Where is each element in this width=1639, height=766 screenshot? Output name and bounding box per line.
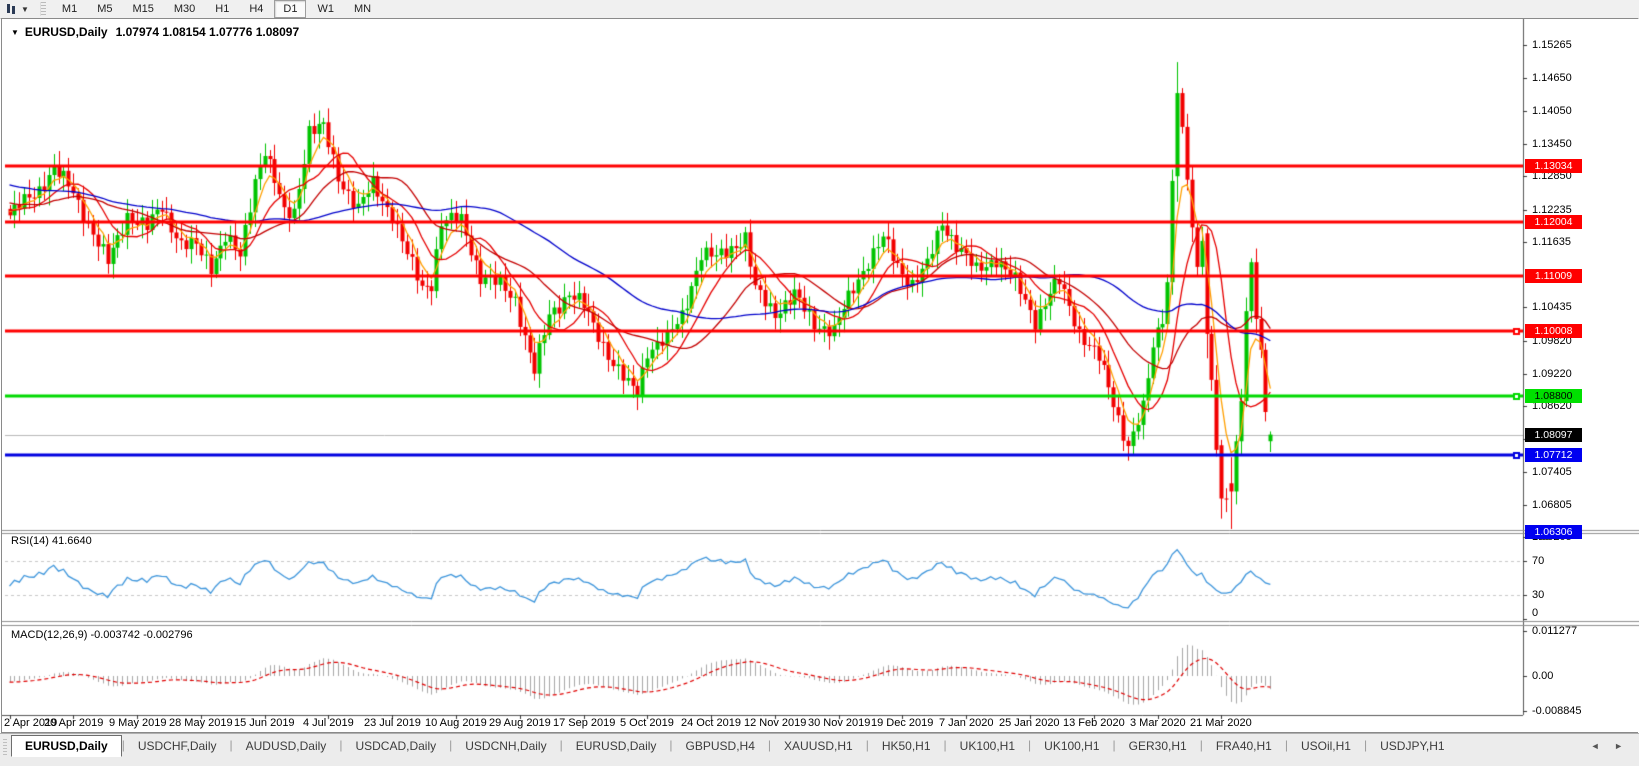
chart-canvas[interactable]	[2, 19, 1639, 732]
candlestick-chart-icon[interactable]	[4, 3, 20, 15]
chart-tab-usdjpy-h1[interactable]: USDJPY,H1	[1367, 736, 1457, 756]
tabbar-grip	[3, 739, 7, 757]
price-axis-label: 1.10435	[1532, 301, 1602, 314]
price-badge: 1.08097	[1525, 428, 1582, 442]
price-badge: 1.07712	[1525, 448, 1582, 462]
date-axis-label: 23 Jul 2019	[364, 717, 421, 730]
date-axis-label: 5 Oct 2019	[620, 717, 674, 730]
chart-tab-hk50-h1[interactable]: HK50,H1	[869, 736, 944, 756]
timeframe-button-m30[interactable]: M30	[165, 0, 204, 18]
date-axis-label: 13 Feb 2020	[1063, 717, 1125, 730]
timeframe-button-h4[interactable]: H4	[240, 0, 272, 18]
chart-tab-uk100-h1[interactable]: UK100,H1	[947, 736, 1028, 756]
chart-tab-usdchf-daily[interactable]: USDCHF,Daily	[125, 736, 230, 756]
price-axis-label: 1.13450	[1532, 138, 1602, 151]
chart-tab-usdcnh-daily[interactable]: USDCNH,Daily	[452, 736, 559, 756]
date-axis-label: 28 May 2019	[169, 717, 233, 730]
chart-tab-ger30-h1[interactable]: GER30,H1	[1116, 736, 1200, 756]
date-axis-label: 24 Oct 2019	[681, 717, 741, 730]
chart-title: ▼ EURUSD,Daily 1.07974 1.08154 1.07776 1…	[11, 25, 299, 39]
timeframe-toolbar: ▼ M1M5M15M30H1H4D1W1MN	[0, 0, 1639, 19]
chart-tabs: EURUSD,Daily|USDCHF,Daily|AUDUSD,Daily|U…	[11, 734, 1458, 757]
price-axis-label: 1.14650	[1532, 72, 1602, 85]
chart-ohlc-values: 1.07974 1.08154 1.07776 1.08097	[116, 25, 300, 39]
price-badge: 1.08800	[1525, 389, 1582, 403]
price-axis-label: 1.09220	[1532, 368, 1602, 381]
timeframe-button-mn[interactable]: MN	[345, 0, 380, 18]
tabs-scroll-right-icon[interactable]: ►	[1614, 741, 1629, 751]
timeframe-buttons: M1M5M15M30H1H4D1W1MN	[52, 3, 381, 15]
chart-menu-triangle-icon[interactable]: ▼	[11, 28, 19, 37]
chart-symbol-label: EURUSD,Daily	[25, 25, 108, 39]
macd-axis-label: 0.011277	[1532, 625, 1602, 638]
chart-window: ▼ EURUSD,Daily 1.07974 1.08154 1.07776 1…	[1, 18, 1638, 733]
chart-tab-uk100-h1[interactable]: UK100,H1	[1031, 736, 1112, 756]
chart-tab-usoil-h1[interactable]: USOil,H1	[1288, 736, 1364, 756]
chart-tab-gbpusd-h4[interactable]: GBPUSD,H4	[673, 736, 768, 756]
chevron-down-icon[interactable]: ▼	[21, 5, 29, 14]
date-axis-label: 10 Aug 2019	[425, 717, 487, 730]
timeframe-button-d1[interactable]: D1	[274, 0, 306, 18]
price-badge: 1.10008	[1525, 324, 1582, 338]
price-badge: 1.12004	[1525, 215, 1582, 229]
price-axis-label: 1.07405	[1532, 466, 1602, 479]
price-badge: 1.06306	[1525, 525, 1582, 539]
chart-tab-fra40-h1[interactable]: FRA40,H1	[1203, 736, 1285, 756]
toolbar-grip	[40, 2, 46, 16]
chart-tab-eurusd-daily[interactable]: EURUSD,Daily	[563, 736, 670, 756]
date-axis-label: 9 May 2019	[109, 717, 166, 730]
price-badge: 1.11009	[1525, 269, 1582, 283]
date-axis-label: 15 Jun 2019	[234, 717, 295, 730]
date-axis-label: 20 Apr 2019	[44, 717, 103, 730]
timeframe-button-h1[interactable]: H1	[206, 0, 238, 18]
date-axis-label: 3 Mar 2020	[1130, 717, 1186, 730]
price-axis-label: 1.06805	[1532, 499, 1602, 512]
rsi-axis-label: 70	[1532, 555, 1602, 568]
rsi-indicator-label: RSI(14) 41.6640	[11, 535, 92, 547]
price-axis-label: 1.14050	[1532, 105, 1602, 118]
price-badge: 1.13034	[1525, 159, 1582, 173]
chart-tab-xauusd-h1[interactable]: XAUUSD,H1	[771, 736, 866, 756]
rsi-axis-label: 30	[1532, 589, 1602, 602]
date-axis-label: 19 Dec 2019	[871, 717, 933, 730]
price-axis-label: 1.11635	[1532, 236, 1602, 249]
chart-tab-usdcad-daily[interactable]: USDCAD,Daily	[342, 736, 449, 756]
macd-axis-label: -0.008845	[1532, 705, 1602, 718]
date-axis-label: 30 Nov 2019	[808, 717, 870, 730]
macd-axis-label: 0.00	[1532, 670, 1602, 683]
price-axis-label: 1.15265	[1532, 39, 1602, 52]
chart-tab-bar: EURUSD,Daily|USDCHF,Daily|AUDUSD,Daily|U…	[0, 733, 1639, 766]
date-axis-label: 25 Jan 2020	[999, 717, 1060, 730]
date-axis-label: 21 Mar 2020	[1190, 717, 1252, 730]
chart-tab-audusd-daily[interactable]: AUDUSD,Daily	[233, 736, 340, 756]
tabs-scroll-left-icon[interactable]: ◄	[1591, 741, 1606, 751]
rsi-axis-label: 0	[1532, 607, 1602, 620]
timeframe-button-m5[interactable]: M5	[88, 0, 121, 18]
date-axis-label: 12 Nov 2019	[744, 717, 806, 730]
mt4-application: ▼ M1M5M15M30H1H4D1W1MN ▼ EURUSD,Daily 1.…	[0, 0, 1639, 766]
tab-scroll-arrows: ◄ ►	[1591, 741, 1629, 751]
timeframe-button-w1[interactable]: W1	[308, 0, 343, 18]
chart-tab-eurusd-daily[interactable]: EURUSD,Daily	[11, 735, 122, 757]
timeframe-button-m1[interactable]: M1	[53, 0, 86, 18]
macd-indicator-label: MACD(12,26,9) -0.003742 -0.002796	[11, 629, 193, 641]
date-axis-label: 4 Jul 2019	[303, 717, 354, 730]
date-axis-label: 17 Sep 2019	[553, 717, 615, 730]
date-axis-label: 29 Aug 2019	[489, 717, 551, 730]
date-axis-label: 7 Jan 2020	[939, 717, 993, 730]
timeframe-button-m15[interactable]: M15	[123, 0, 162, 18]
